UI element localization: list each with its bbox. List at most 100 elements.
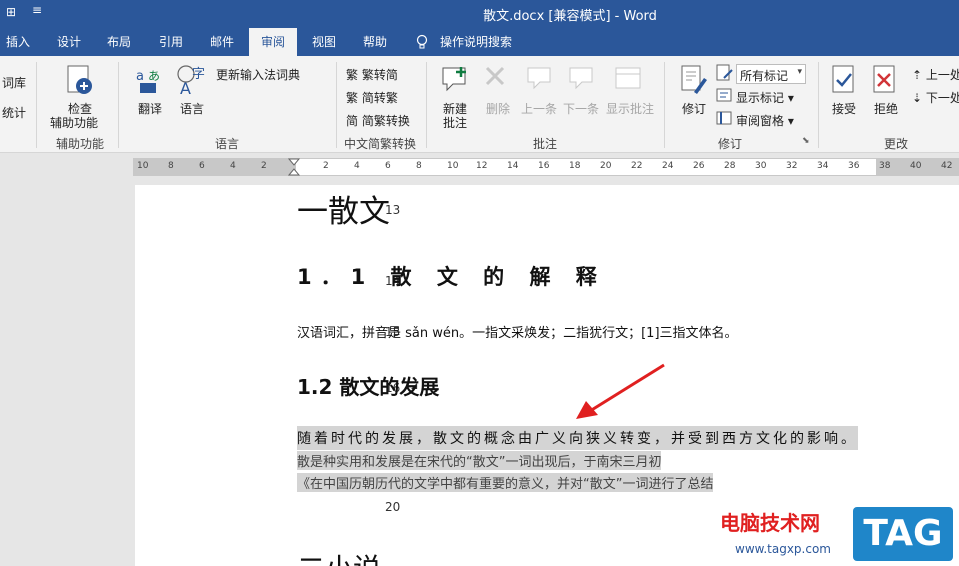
svg-text:A: A [180, 79, 191, 96]
show-comments-icon [615, 67, 641, 89]
tab-insert[interactable]: 插入 [0, 28, 36, 56]
check-accessibility-icon [67, 65, 92, 94]
ruler-tick: 2 [323, 161, 329, 171]
ruler-tick: 12 [476, 161, 488, 171]
thesaurus-button[interactable]: 词库 [2, 74, 26, 91]
ruler-tick: 16 [538, 161, 550, 171]
ruler-tick: 34 [817, 161, 829, 171]
ruler-tick: 18 [569, 161, 581, 171]
accept-icon [832, 65, 854, 93]
reject-icon [873, 65, 895, 93]
delete-comment-icon [485, 66, 505, 86]
ruler-tick: 22 [631, 161, 643, 171]
title-bar: ⊞ ≡ 散文.docx [兼容模式] - Word [0, 0, 959, 28]
ruler-tick: 4 [230, 161, 236, 171]
tell-me-search[interactable]: 操作说明搜索 [440, 28, 520, 56]
heading-1-1[interactable]: 1．1 散 文 的 解 释 [297, 261, 606, 291]
update-ime-button[interactable]: 更新输入法词典 [216, 66, 300, 83]
review-pane-button[interactable]: 审阅窗格 ▾ [736, 112, 794, 129]
ruler-tick: 6 [199, 161, 205, 171]
next-comment-button[interactable]: 下一条 [563, 100, 599, 117]
word-count-button[interactable]: 统计 [2, 104, 26, 121]
ruler-tick: 36 [848, 161, 860, 171]
ruler-tick: 32 [786, 161, 798, 171]
tab-design[interactable]: 设计 [50, 28, 88, 56]
line-number: 20 [385, 500, 401, 514]
ribbon: 词库 统计 检查 辅助功能 辅助功能 a あ 翻译 字 A 语言 更新输入法词典… [0, 56, 959, 153]
group-chinese-conversion: 中文简繁转换 [344, 137, 417, 151]
track-changes-button[interactable]: 修订 [682, 100, 706, 117]
review-pane-icon [716, 111, 732, 125]
watermark-site: 电脑技术网 [720, 511, 820, 535]
translate-button[interactable]: 翻译 [138, 100, 162, 117]
svg-text:あ: あ [148, 69, 160, 83]
ruler-tick: 14 [507, 161, 519, 171]
heading-2[interactable]: 二小说 [297, 547, 381, 566]
accept-button[interactable]: 接受 [832, 100, 856, 117]
language-button[interactable]: 语言 [180, 100, 204, 117]
previous-comment-button[interactable]: 上一条 [521, 100, 557, 117]
ruler-tick: 38 [879, 161, 891, 171]
ruler-tick: 40 [910, 161, 922, 171]
markup-icon [716, 64, 733, 81]
delete-comment-button[interactable]: 删除 [486, 100, 510, 117]
ruler-tick: 28 [724, 161, 736, 171]
tab-view[interactable]: 视图 [305, 28, 343, 56]
ribbon-tabs: 插入 设计 布局 引用 邮件 审阅 视图 帮助 操作说明搜索 [0, 28, 959, 56]
group-changes: 更改 [884, 137, 909, 151]
show-comments-button[interactable]: 显示批注 [606, 100, 654, 117]
ruler-tick: 10 [137, 161, 149, 171]
tab-references[interactable]: 引用 [152, 28, 190, 56]
previous-change-button[interactable]: ⇡ 上一处 [912, 66, 959, 83]
ruler-tick: 30 [755, 161, 767, 171]
tab-mailings[interactable]: 邮件 [203, 28, 241, 56]
tab-layout[interactable]: 布局 [100, 28, 138, 56]
svg-text:字: 字 [192, 67, 205, 82]
translate-icon: a あ [136, 69, 160, 93]
convert-button[interactable]: 简 简繁转换 [346, 112, 410, 129]
arrow-annotation-icon [576, 363, 665, 419]
group-tracking: 修订 [718, 137, 743, 151]
document-background [0, 153, 135, 566]
reject-button[interactable]: 拒绝 [874, 100, 898, 117]
window-title: 散文.docx [兼容模式] - Word [483, 9, 657, 24]
ruler-tick: 4 [354, 161, 360, 171]
group-accessibility: 辅助功能 [56, 137, 105, 151]
ruler-tick: 2 [261, 161, 267, 171]
next-change-button[interactable]: ⇣ 下一处 [912, 89, 959, 106]
trad-to-simp-button[interactable]: 繁 繁转简 [346, 66, 398, 83]
ruler-tick: 8 [416, 161, 422, 171]
check-accessibility-label2[interactable]: 辅助功能 [50, 114, 98, 131]
track-changes-icon [681, 65, 707, 94]
dialog-launcher-icon[interactable]: ⬊ [802, 136, 810, 146]
markup-select[interactable]: 所有标记 ▾ [736, 64, 806, 84]
ruler-tick: 8 [168, 161, 174, 171]
indent-marker-icon[interactable] [288, 158, 302, 176]
simp-to-trad-button[interactable]: 繁 简转繁 [346, 89, 398, 106]
ruler-tick: 10 [447, 161, 459, 171]
ruler-tick: 20 [600, 161, 612, 171]
overlapping-line[interactable]: 《在中国历朝历代的文学中都有重要的意义，并对“散文”一词进行了总结 [297, 473, 714, 492]
tab-help[interactable]: 帮助 [356, 28, 394, 56]
horizontal-ruler[interactable]: 10 8 6 4 2 2 4 6 8 10 12 14 16 18 20 22 24 26 28 30 32 34 36 38… [133, 158, 959, 176]
show-markup-button[interactable]: 显示标记 ▾ [736, 89, 794, 106]
watermark-url: www.tagxp.com [735, 542, 831, 556]
ruler-tick: 6 [385, 161, 391, 171]
ruler-tick: 26 [693, 161, 705, 171]
paragraph[interactable]: 汉语词汇，拼音是 sǎn wén。一指文采焕发；二指犹行文；[1]三指文体名。 [297, 322, 738, 341]
previous-comment-icon [527, 67, 551, 90]
selected-paragraph[interactable]: 随着时代的发展，散文的概念由广义向狭义转变，并受到西方文化的影响。 [297, 426, 858, 450]
heading-1-2[interactable]: 1.2 散文的发展 [297, 371, 439, 400]
new-comment-icon [442, 67, 466, 92]
show-markup-icon [716, 88, 732, 102]
overlapping-line[interactable]: 散是种实用和发展是在宋代的“散文”一词出现后，于南宋三月初 [297, 451, 662, 470]
new-comment-label2[interactable]: 批注 [443, 114, 467, 131]
watermark-badge: TAG [853, 507, 953, 561]
language-icon: 字 A [177, 65, 205, 96]
svg-text:a: a [136, 69, 144, 84]
ruler-tick: 42 [941, 161, 953, 171]
tab-review[interactable]: 审阅 [249, 28, 297, 56]
ruler-tick: 24 [662, 161, 674, 171]
heading-1[interactable]: 一散文 [297, 186, 390, 231]
document-page[interactable]: 13 一散文 14 1．1 散 文 的 解 释 15 汉语词汇，拼音是 sǎn … [135, 185, 959, 566]
